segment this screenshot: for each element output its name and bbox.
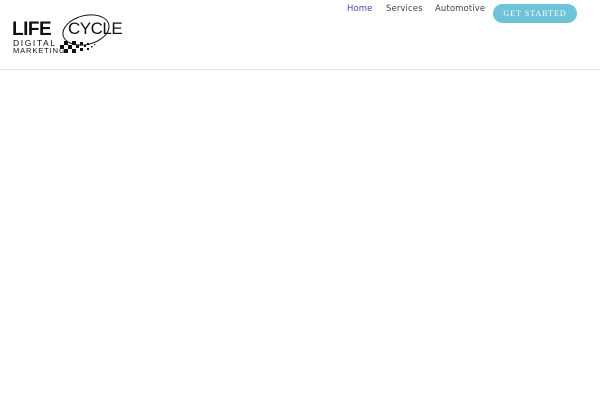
- main-content-area: [0, 71, 600, 400]
- get-started-button[interactable]: GET STARTED: [493, 4, 577, 23]
- nav-home[interactable]: Home: [347, 4, 373, 14]
- logo-checker-pattern-icon: [60, 41, 96, 53]
- site-logo[interactable]: LIFE CYCLE DIGITAL MARKETING: [12, 9, 123, 56]
- nav-automotive[interactable]: Automotive: [435, 4, 485, 14]
- nav-services[interactable]: Services: [386, 4, 423, 14]
- logo-word-cycle: CYCLE: [68, 19, 123, 38]
- logo-word-life: LIFE: [12, 19, 52, 40]
- site-header: LIFE CYCLE DIGITAL MARKETING Home Servic…: [0, 0, 600, 70]
- logo-line-marketing: MARKETING: [13, 46, 66, 55]
